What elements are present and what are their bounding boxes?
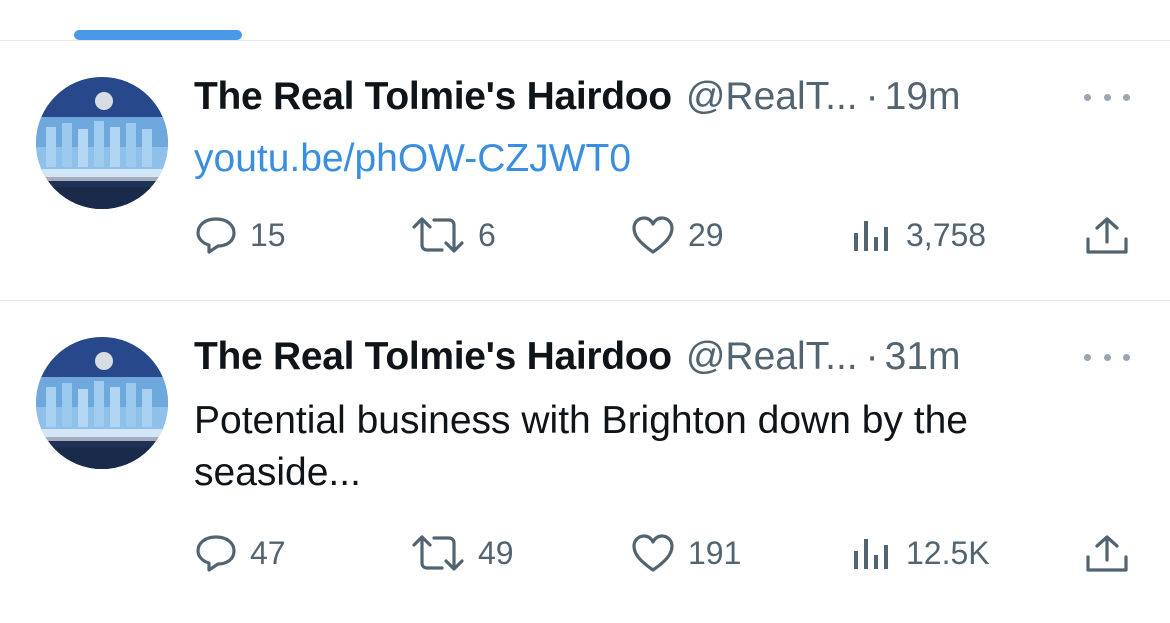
display-name[interactable]: The Real Tolmie's Hairdoo bbox=[194, 75, 672, 119]
avatar[interactable] bbox=[36, 77, 168, 209]
retweet-count: 49 bbox=[478, 534, 514, 571]
like-button[interactable]: 29 bbox=[630, 215, 724, 255]
like-button[interactable]: 191 bbox=[630, 533, 741, 573]
display-name[interactable]: The Real Tolmie's Hairdoo bbox=[194, 335, 672, 379]
reply-icon bbox=[196, 217, 236, 254]
view-count: 12.5K bbox=[906, 534, 990, 571]
share-button[interactable] bbox=[1084, 533, 1130, 575]
user-handle[interactable]: @RealT... bbox=[686, 335, 858, 379]
share-button[interactable] bbox=[1084, 215, 1130, 257]
more-icon[interactable] bbox=[1084, 345, 1130, 369]
reply-button[interactable]: 47 bbox=[194, 533, 286, 573]
tweet-link[interactable]: youtu.be/phOW-CZJWT0 bbox=[194, 137, 631, 181]
timestamp[interactable]: 19m bbox=[885, 75, 961, 119]
timestamp[interactable]: 31m bbox=[885, 335, 961, 379]
retweet-icon bbox=[412, 217, 464, 253]
tweet[interactable]: The Real Tolmie's Hairdoo @RealT... · 31… bbox=[0, 301, 1170, 623]
share-icon bbox=[1086, 535, 1128, 572]
share-icon bbox=[1086, 217, 1128, 254]
tab-active-indicator bbox=[74, 30, 242, 40]
reply-count: 47 bbox=[250, 534, 286, 571]
like-count: 191 bbox=[688, 534, 742, 571]
more-icon[interactable] bbox=[1084, 85, 1130, 109]
separator-dot: · bbox=[865, 335, 879, 378]
views-icon bbox=[854, 539, 888, 569]
retweet-button[interactable]: 49 bbox=[410, 533, 514, 573]
views-button[interactable]: 3,758 bbox=[850, 215, 986, 255]
like-count: 29 bbox=[688, 216, 724, 253]
retweet-button[interactable]: 6 bbox=[410, 215, 496, 255]
tweet[interactable]: The Real Tolmie's Hairdoo @RealT... · 19… bbox=[0, 41, 1170, 300]
avatar[interactable] bbox=[36, 337, 168, 469]
views-icon bbox=[854, 221, 888, 251]
retweet-count: 6 bbox=[478, 216, 496, 253]
user-handle[interactable]: @RealT... bbox=[686, 75, 858, 119]
separator-dot: · bbox=[865, 75, 879, 118]
views-button[interactable]: 12.5K bbox=[850, 533, 990, 573]
reply-count: 15 bbox=[250, 216, 286, 253]
view-count: 3,758 bbox=[906, 216, 987, 253]
tweet-text: Potential business with Brighton down by… bbox=[194, 399, 968, 494]
like-icon bbox=[632, 216, 674, 254]
reply-button[interactable]: 15 bbox=[194, 215, 286, 255]
reply-icon bbox=[196, 535, 236, 572]
like-icon bbox=[632, 534, 674, 572]
retweet-icon bbox=[412, 535, 464, 571]
